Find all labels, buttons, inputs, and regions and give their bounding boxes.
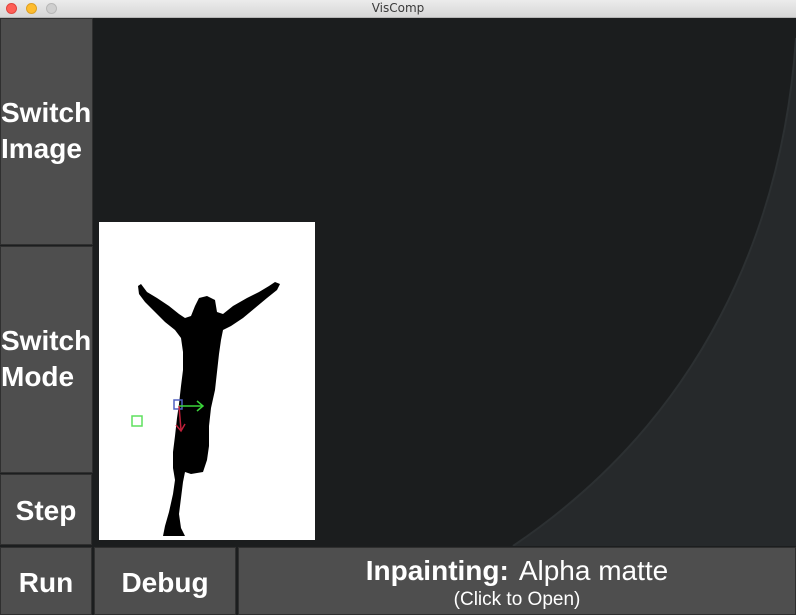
- step-button[interactable]: Step: [0, 474, 92, 545]
- switch-mode-label-line2: Mode: [1, 361, 75, 392]
- switch-image-label-line2: Image: [1, 133, 82, 164]
- inpainting-label: Inpainting:: [365, 555, 509, 586]
- inpainting-value: Alpha matte: [518, 555, 669, 586]
- matte-svg: [131, 282, 280, 536]
- debug-button[interactable]: Debug: [94, 547, 236, 615]
- inpainting-mode-button[interactable]: Inpainting: Alpha matte (Click to Open): [238, 547, 796, 615]
- run-label: Run: [18, 567, 74, 598]
- switch-mode-label-line1: Switch: [1, 325, 92, 356]
- debug-label: Debug: [121, 567, 209, 598]
- silhouette-figure: [138, 282, 280, 536]
- window-titlebar: VisComp: [0, 0, 796, 18]
- window-title: VisComp: [371, 1, 425, 15]
- inpainting-hint: (Click to Open): [453, 589, 581, 610]
- run-button[interactable]: Run: [0, 547, 92, 615]
- step-label: Step: [15, 495, 77, 526]
- green-square-marker: [131, 415, 143, 427]
- switch-image-label-line1: Switch: [1, 97, 92, 128]
- alpha-matte-image[interactable]: [99, 222, 315, 540]
- switch-image-button[interactable]: Switch Image: [0, 18, 93, 245]
- switch-mode-button[interactable]: Switch Mode: [0, 246, 93, 473]
